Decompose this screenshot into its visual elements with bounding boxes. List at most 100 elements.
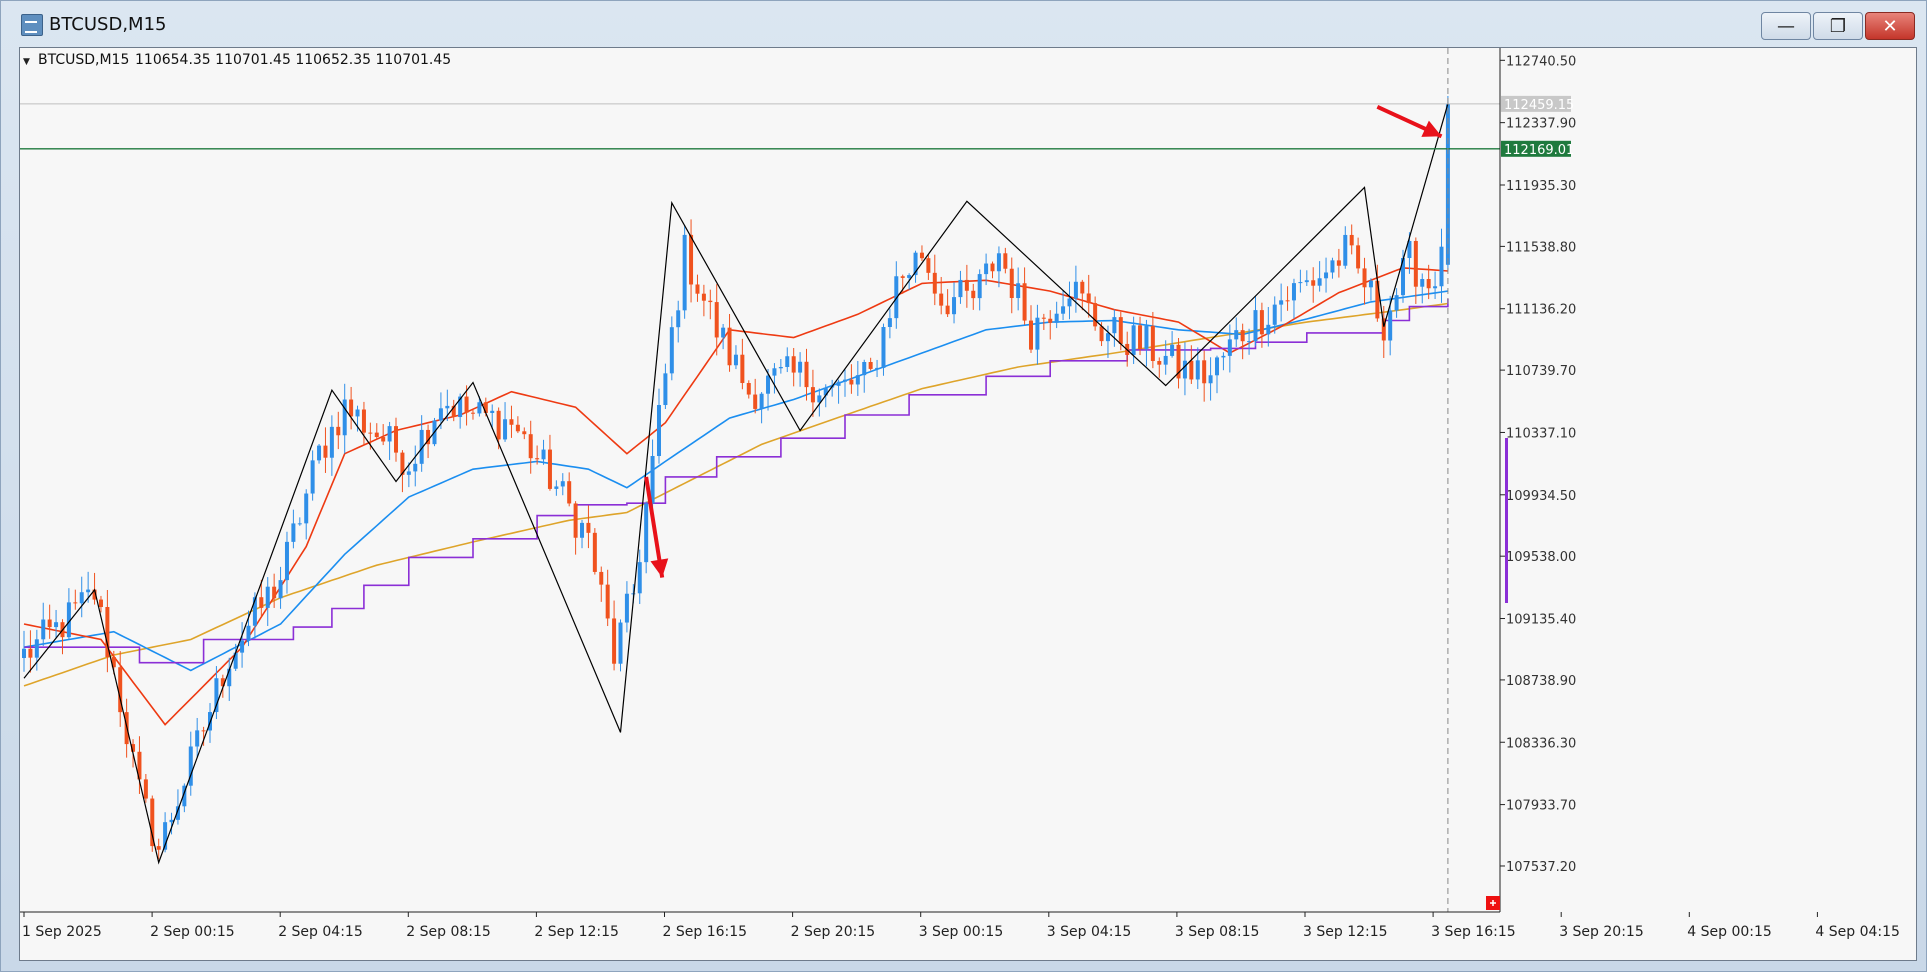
bearish-candle: [753, 394, 758, 409]
time-tick-label: 2 Sep 12:15: [534, 924, 619, 940]
bearish-candle: [599, 571, 604, 585]
bullish-candle: [1298, 282, 1303, 284]
bearish-candle: [361, 409, 366, 433]
bullish-candle: [1208, 375, 1213, 384]
bullish-candle: [310, 460, 315, 494]
bullish-candle: [644, 503, 649, 563]
bullish-candle: [297, 523, 302, 525]
bullish-candle: [1035, 317, 1040, 350]
bullish-candle: [1182, 360, 1187, 379]
bullish-candle: [355, 409, 360, 417]
bearish-candle: [1022, 283, 1027, 321]
bearish-candle: [349, 399, 354, 417]
level-price-label: 112169.01: [1504, 143, 1574, 158]
bullish-candle: [541, 449, 546, 460]
time-tick-label: 3 Sep 04:15: [1047, 924, 1132, 940]
price-tick-label: 108738.90: [1506, 674, 1576, 689]
bullish-candle: [759, 393, 764, 409]
bullish-candle: [240, 640, 245, 653]
bullish-candle: [79, 592, 84, 604]
bullish-candle: [387, 426, 392, 442]
bearish-candle: [964, 279, 969, 291]
bullish-candle: [284, 541, 289, 581]
bearish-candle: [1086, 293, 1091, 304]
bullish-candle: [855, 375, 860, 385]
bullish-candle: [977, 274, 982, 299]
bearish-candle: [900, 276, 905, 278]
close-button[interactable]: ✕: [1865, 12, 1915, 40]
bearish-candle: [1240, 330, 1245, 342]
bullish-candle: [445, 405, 450, 409]
bullish-candle: [1291, 283, 1296, 301]
bearish-candle: [47, 619, 52, 628]
bearish-candle: [695, 284, 700, 294]
bearish-candle: [1336, 260, 1341, 266]
bearish-candle: [272, 586, 277, 599]
time-tick-label: 3 Sep 16:15: [1431, 924, 1516, 940]
bullish-candle: [996, 253, 1001, 272]
bearish-candle: [368, 432, 373, 434]
bullish-candle: [246, 625, 251, 641]
bullish-candle: [1054, 313, 1059, 323]
bullish-candle: [1272, 304, 1277, 325]
bullish-candle: [778, 366, 783, 369]
bearish-candle: [98, 599, 103, 608]
bullish-candle: [952, 297, 957, 315]
time-tick-label: 2 Sep 00:15: [150, 924, 235, 940]
bearish-candle: [804, 361, 809, 388]
time-tick-label: 1 Sep 2025: [22, 924, 102, 940]
minimize-button[interactable]: —: [1761, 12, 1811, 40]
time-tick-label: 2 Sep 08:15: [406, 924, 491, 940]
bullish-candle: [1420, 279, 1425, 287]
time-tick-label: 4 Sep 04:15: [1815, 924, 1900, 940]
bullish-candle: [1324, 272, 1329, 279]
price-tick-label: 109934.50: [1506, 489, 1576, 504]
bearish-candle: [592, 532, 597, 572]
bearish-candle: [1048, 318, 1053, 323]
bullish-candle: [54, 622, 59, 628]
bullish-candle: [1105, 333, 1110, 342]
bullish-candle: [329, 426, 334, 458]
bullish-candle: [682, 234, 687, 311]
bearish-candle: [1003, 253, 1008, 269]
bullish-candle: [1163, 355, 1168, 365]
bearish-candle: [926, 258, 931, 273]
bearish-candle: [868, 362, 873, 369]
bullish-candle: [490, 410, 495, 413]
bearish-candle: [1285, 300, 1290, 302]
time-tick-label: 3 Sep 08:15: [1175, 924, 1260, 940]
bullish-candle: [1195, 360, 1200, 380]
bearish-candle: [567, 481, 572, 504]
bullish-candle: [1439, 246, 1444, 287]
bullish-candle: [958, 279, 963, 298]
bullish-candle: [798, 361, 803, 373]
bullish-candle: [772, 368, 777, 376]
restore-button[interactable]: ❐: [1813, 12, 1863, 40]
bullish-candle: [41, 619, 46, 640]
bearish-candle: [1157, 361, 1162, 365]
bearish-candle: [919, 252, 924, 259]
bearish-candle: [701, 293, 706, 301]
collapse-arrow-icon[interactable]: ▼: [23, 57, 30, 67]
bearish-candle: [547, 449, 552, 489]
bearish-candle: [156, 846, 161, 850]
bullish-candle: [984, 263, 989, 275]
bullish-candle: [1330, 260, 1335, 273]
bearish-candle: [1138, 325, 1143, 349]
title-bar[interactable]: BTCUSD,M15 — ❐ ✕: [1, 1, 1926, 49]
symbol-label: BTCUSD,M15: [38, 52, 129, 68]
bullish-candle: [1343, 234, 1348, 266]
time-tick-label: 3 Sep 00:15: [919, 924, 1004, 940]
price-chart[interactable]: 112740.50 112337.90 111935.30 111538.80 1111…: [20, 48, 1916, 960]
bearish-candle: [464, 396, 469, 413]
price-tick-label: 111538.80: [1506, 240, 1576, 255]
bullish-candle: [1317, 278, 1322, 286]
bullish-candle: [503, 419, 508, 440]
chart-frame[interactable]: 112740.50 112337.90 111935.30 111538.80 1111…: [19, 47, 1917, 961]
price-tick-label: 107933.70: [1506, 799, 1576, 814]
bearish-candle: [1118, 317, 1123, 344]
time-tick-label: 3 Sep 20:15: [1559, 924, 1644, 940]
bullish-candle: [1016, 283, 1021, 299]
bearish-candle: [470, 412, 475, 414]
bullish-candle: [34, 639, 39, 658]
